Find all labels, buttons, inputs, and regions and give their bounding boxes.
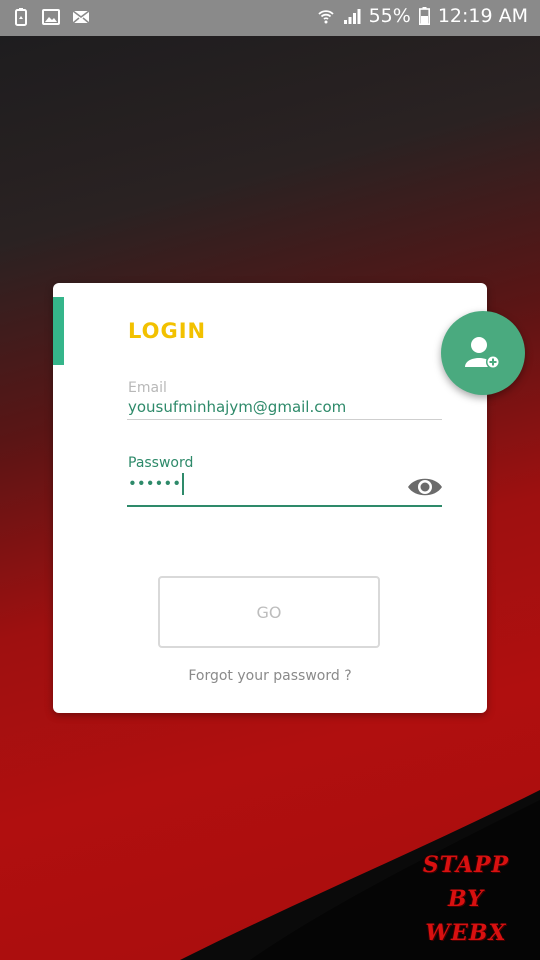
wifi-icon <box>317 10 334 24</box>
recycle-icon <box>15 8 27 26</box>
signal-icon <box>343 9 361 24</box>
add-user-button[interactable] <box>441 311 525 395</box>
add-user-icon <box>465 337 500 369</box>
login-title: LOGIN <box>128 319 207 343</box>
watermark-line-2: BY <box>448 886 484 912</box>
password-field[interactable]: •••••• <box>128 473 185 495</box>
image-icon <box>42 9 60 25</box>
mail-icon <box>72 10 90 24</box>
email-label: Email <box>128 380 167 396</box>
watermark-line-3: WEBX <box>425 920 507 946</box>
card-accent-bar <box>53 297 64 365</box>
email-field[interactable]: yousufminhajym@gmail.com <box>128 398 346 416</box>
login-card: LOGIN Email yousufminhajym@gmail.com Pas… <box>53 283 487 713</box>
watermark: STAPP BY WEBX <box>406 848 526 950</box>
clock: 12:19 AM <box>437 5 528 27</box>
watermark-line-1: STAPP <box>422 852 510 878</box>
forgot-password-link[interactable]: Forgot your password ? <box>53 668 487 684</box>
go-button[interactable]: GO <box>158 576 380 648</box>
eye-icon[interactable] <box>407 473 443 501</box>
status-bar: 55% 12:19 AM <box>0 0 540 36</box>
password-label: Password <box>128 455 194 471</box>
password-dots: •••••• <box>128 474 182 493</box>
text-cursor <box>182 473 185 495</box>
password-underline <box>127 505 442 507</box>
battery-percent: 55% <box>368 5 411 27</box>
battery-icon <box>418 7 430 25</box>
email-underline <box>127 419 442 420</box>
